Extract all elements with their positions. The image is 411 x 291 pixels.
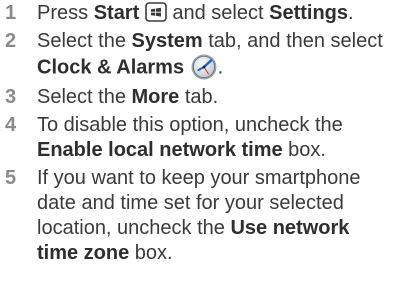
step-text: Select the [37, 30, 132, 52]
step-5-line-1: If you want to keep your smartphone [37, 167, 361, 189]
step-5-line-3: location, uncheck the Use network [37, 216, 409, 241]
step-2-line-2: Clock & Alarms . [37, 54, 409, 82]
step-text: Select the [37, 86, 132, 108]
step-4-line-1: To disable this option, uncheck the [37, 114, 343, 136]
step-1-line-1: Press Start and select Settings. [37, 1, 409, 26]
enable-local-network-time-label: Enable local network time [37, 139, 283, 161]
step-3-line-1: Select the More tab. [37, 85, 409, 110]
step-text: and select [166, 2, 270, 24]
step-3: 3 Select the More tab. [5, 85, 409, 110]
step-5-line-2: date and time set for your selected [37, 192, 344, 214]
settings-label: Settings [269, 2, 349, 24]
step-5: 5 If you want to keep your smartphone da… [5, 166, 409, 266]
step-number: 3 [5, 86, 17, 108]
more-label: More [131, 86, 180, 108]
step-text: . [217, 56, 224, 79]
instruction-steps: 1 Press Start and select Settings. 2 Sel… [5, 1, 409, 266]
step-5-line-4: time zone box. [37, 241, 409, 266]
step-text: tab, and then select [202, 30, 383, 52]
windows-start-key-icon [145, 1, 167, 22]
time-zone-label: time zone [37, 242, 130, 264]
step-number: 2 [5, 30, 17, 52]
step-2-line-1: Select the System tab, and then select [37, 29, 409, 54]
system-label: System [131, 30, 203, 52]
step-1: 1 Press Start and select Settings. [5, 1, 409, 26]
step-text: box. [282, 139, 326, 161]
step-4: 4 To disable this option, uncheck the En… [5, 113, 409, 163]
clock-alarms-icon [191, 54, 217, 80]
step-number: 4 [5, 114, 17, 136]
step-text: location, uncheck the [37, 217, 231, 239]
use-network-label: Use network [230, 217, 350, 239]
step-text: . [348, 2, 354, 24]
step-2: 2 Select the System tab, and then select… [5, 29, 409, 82]
start-label: Start [93, 2, 140, 24]
step-text: box. [129, 242, 173, 264]
clock-alarms-label: Clock & Alarms [37, 56, 185, 79]
step-number: 1 [5, 2, 17, 24]
step-text: tab. [179, 86, 219, 108]
step-number: 5 [5, 167, 17, 189]
step-text: Press [37, 2, 94, 24]
step-4-line-2: Enable local network time box. [37, 138, 409, 163]
